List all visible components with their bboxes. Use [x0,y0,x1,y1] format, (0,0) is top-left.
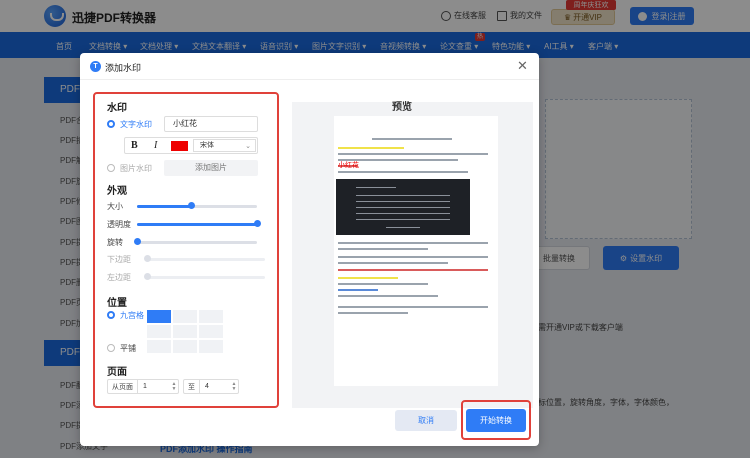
left-margin-label: 左边距 [107,273,131,282]
bold-button[interactable]: B [131,140,138,151]
opacity-label: 透明度 [107,220,131,229]
to-page-label: 至 [184,380,200,393]
appearance-section-title: 外观 [107,186,127,197]
preview-image-text [356,219,450,220]
stepper-arrows-icon[interactable]: ▲ ▼ [230,381,238,392]
preview-text-line [338,242,488,244]
watermark-icon: T [90,61,101,72]
preview-text-line [338,306,488,308]
stepper-arrows-icon[interactable]: ▲ ▼ [170,381,178,392]
position-cell-middle-left[interactable] [147,325,171,338]
position-section-title: 位置 [107,298,127,309]
preview-text-line [372,138,452,140]
opacity-slider-fill [137,223,257,226]
bottom-margin-handle[interactable] [144,255,151,262]
preview-text-line [338,262,448,264]
preview-text-line [338,147,404,149]
preview-text-line [338,248,428,250]
preview-text-line [338,283,428,285]
opacity-slider[interactable] [137,220,261,227]
add-watermark-dialog: T 添加水印 ✕ 水印 文字水印 小红花 B I 宋体 ⌄ 图片水印 添加图片 外… [80,53,539,446]
preview-image-text [356,187,396,188]
preview-image-text [386,227,420,228]
preview-text-line [338,277,398,279]
left-margin-slider[interactable] [144,273,265,280]
position-cell-bottom-center[interactable] [173,340,197,353]
image-watermark-label[interactable]: 图片水印 [120,163,152,174]
from-page-value[interactable]: 1 [138,383,170,390]
preview-text-line [338,153,488,155]
rotate-label: 旋转 [107,238,123,247]
watermark-text-input[interactable]: 小红花 [164,116,258,132]
position-cell-bottom-right[interactable] [199,340,223,353]
pages-section-title: 页面 [107,367,127,378]
dialog-header: T 添加水印 ✕ [80,53,539,80]
rotate-slider-handle[interactable] [134,238,141,245]
nine-grid-radio[interactable] [107,311,115,319]
opacity-slider-handle[interactable] [254,220,261,227]
from-page-stepper[interactable]: 从页面 1 ▲ ▼ [107,379,179,394]
position-cell-top-right[interactable] [199,310,223,323]
bottom-margin-label: 下边距 [107,255,131,264]
text-format-toolbar: B I 宋体 ⌄ [124,137,258,154]
cancel-button[interactable]: 取消 [395,410,457,431]
preview-text-line [338,256,488,258]
preview-document [334,116,498,386]
position-cell-bottom-left[interactable] [147,340,171,353]
add-image-button[interactable]: 添加图片 [164,160,258,176]
nine-grid-label[interactable]: 九宫格 [120,310,144,321]
bottom-margin-slider[interactable] [144,255,265,262]
image-watermark-radio[interactable] [107,164,115,172]
close-icon[interactable]: ✕ [517,58,528,74]
size-slider-fill [137,205,191,208]
preview-image-text [356,201,450,202]
italic-button[interactable]: I [154,140,157,151]
preview-text-line [338,269,488,271]
size-slider[interactable] [137,202,257,209]
left-margin-handle[interactable] [144,273,151,280]
preview-image-text [356,213,450,214]
position-cell-center[interactable] [173,325,197,338]
tile-label[interactable]: 平铺 [120,343,136,354]
preview-image-text [356,207,450,208]
chevron-down-icon: ⌄ [245,143,251,150]
preview-text-line [338,289,378,291]
position-cell-middle-right[interactable] [199,325,223,338]
font-select[interactable]: 宋体 ⌄ [193,139,256,152]
position-grid [147,310,225,355]
text-color-picker[interactable] [171,141,188,151]
text-watermark-radio[interactable] [107,120,115,128]
position-cell-top-left[interactable] [147,310,171,323]
preview-image [336,179,470,235]
start-convert-button[interactable]: 开始转换 [466,409,526,432]
preview-image-text [356,195,450,196]
size-label: 大小 [107,202,123,211]
rotate-slider[interactable] [134,238,257,245]
dialog-title: 添加水印 [105,63,142,73]
from-page-label: 从页面 [108,380,138,393]
preview-text-line [338,312,408,314]
preview-title: 预览 [392,102,412,113]
preview-watermark-text: 小红花 [338,161,359,169]
watermark-section-title: 水印 [107,103,127,114]
position-cell-top-center[interactable] [173,310,197,323]
tile-radio[interactable] [107,344,115,352]
text-watermark-label[interactable]: 文字水印 [120,119,152,130]
to-page-stepper[interactable]: 至 4 ▲ ▼ [183,379,239,394]
preview-text-line [338,295,438,297]
to-page-value[interactable]: 4 [200,383,230,390]
preview-text-line [338,171,468,173]
size-slider-handle[interactable] [188,202,195,209]
